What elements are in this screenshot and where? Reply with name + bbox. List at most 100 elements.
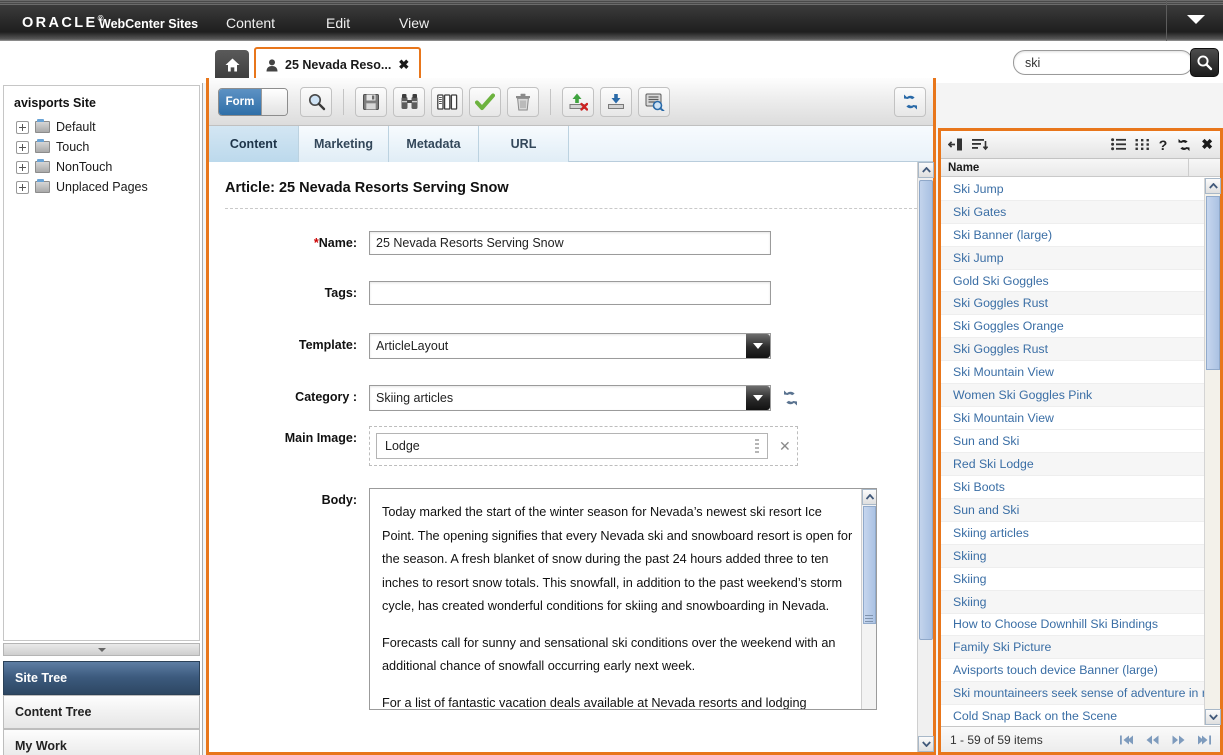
tags-input[interactable] (369, 281, 771, 305)
list-item[interactable]: Skiing (941, 590, 1220, 614)
form-scroll-down-button[interactable] (918, 736, 934, 752)
preview-button[interactable] (300, 86, 332, 117)
list-item[interactable]: Gold Ski Goggles (941, 270, 1220, 293)
close-icon[interactable]: ✖ (398, 57, 409, 73)
remove-main-image-button[interactable]: ✕ (779, 438, 791, 455)
grid-view-icon[interactable] (1135, 138, 1150, 151)
expand-icon[interactable] (16, 180, 29, 194)
help-icon[interactable]: ? (1159, 137, 1168, 153)
search-box[interactable]: × (1013, 50, 1214, 75)
inspect-button[interactable] (393, 86, 425, 117)
folder-icon (35, 179, 50, 193)
drag-handle-icon[interactable] (755, 439, 759, 453)
home-button[interactable] (215, 50, 249, 80)
sidebar-item-content-tree[interactable]: Content Tree (3, 695, 200, 729)
list-item[interactable]: Sun and Ski (941, 499, 1220, 522)
sort-descending-icon[interactable] (972, 138, 988, 151)
first-page-button[interactable] (1120, 735, 1133, 745)
device-preview-button[interactable] (431, 86, 463, 117)
show-log-button[interactable] (638, 86, 670, 117)
list-item[interactable]: Ski Jump (941, 178, 1220, 201)
list-item[interactable]: Skiing articles (941, 522, 1220, 545)
list-item[interactable]: Cold Snap Back on the Scene (941, 705, 1220, 725)
list-view-icon[interactable] (1110, 138, 1126, 151)
list-item[interactable]: Ski Mountain View (941, 361, 1220, 385)
chevron-down-icon[interactable] (746, 334, 770, 358)
search-button[interactable] (1190, 48, 1219, 77)
list-item[interactable]: Skiing (941, 568, 1220, 591)
list-item[interactable]: Ski Jump (941, 246, 1220, 270)
list-item[interactable]: Ski Mountain View (941, 407, 1220, 430)
list-item[interactable]: Skiing (941, 544, 1220, 568)
list-item[interactable]: Ski Goggles Orange (941, 315, 1220, 339)
last-page-button[interactable] (1198, 735, 1211, 745)
category-refresh-button[interactable] (781, 389, 800, 412)
body-scrollbar[interactable] (861, 489, 876, 709)
list-item-label: Gold Ski Goggles (953, 273, 1049, 288)
close-icon[interactable]: ✖ (1201, 136, 1213, 153)
body-scroll-up-button[interactable] (862, 489, 876, 505)
menu-view[interactable]: View (399, 15, 429, 31)
list-item[interactable]: Ski Gates (941, 200, 1220, 224)
results-scroll-thumb[interactable] (1206, 196, 1220, 370)
tab-content[interactable]: Content (209, 126, 299, 162)
body-text-content: Today marked the start of the winter sea… (370, 489, 876, 709)
list-item[interactable]: Family Ski Picture (941, 636, 1220, 660)
list-item[interactable]: Red Ski Lodge (941, 453, 1220, 477)
tree-node-default[interactable]: Default (4, 117, 199, 137)
tree-node-touch[interactable]: Touch (4, 137, 199, 157)
product-title: WebCenter Sites (99, 17, 199, 31)
search-input[interactable] (1025, 55, 1186, 70)
list-item[interactable]: Ski Boots (941, 476, 1220, 500)
list-item[interactable]: Ski Goggles Rust (941, 338, 1220, 362)
list-item[interactable]: Avisports touch device Banner (large) (941, 659, 1220, 683)
results-scroll-down-button[interactable] (1205, 709, 1221, 725)
sidebar-collapse-handle[interactable] (3, 643, 200, 656)
refresh-icon[interactable] (1176, 138, 1192, 152)
expand-icon[interactable] (16, 140, 29, 154)
list-item[interactable]: Ski Banner (large) (941, 224, 1220, 247)
template-select[interactable]: ArticleLayout (369, 333, 771, 359)
form-mode-toggle[interactable]: Form (218, 87, 288, 116)
main-image-dropzone[interactable]: Lodge ✕ (369, 426, 798, 466)
expand-icon[interactable] (16, 160, 29, 174)
save-button[interactable] (355, 86, 387, 117)
name-input[interactable] (369, 231, 771, 255)
body-textarea[interactable]: Today marked the start of the winter sea… (369, 488, 877, 710)
caret-down-icon[interactable] (1187, 15, 1205, 24)
list-item[interactable]: Ski Goggles Rust (941, 292, 1220, 316)
menu-content[interactable]: Content (226, 15, 275, 31)
next-page-button[interactable] (1172, 735, 1185, 745)
tab-metadata[interactable]: Metadata (389, 126, 479, 162)
form-scroll-thumb[interactable] (919, 180, 933, 640)
list-item[interactable]: Ski mountaineers seek sense of adventure… (941, 682, 1220, 706)
document-tab[interactable]: 25 Nevada Reso... ✖ (254, 47, 422, 81)
tree-node-nontouch[interactable]: NonTouch (4, 157, 199, 177)
checkin-button[interactable] (600, 86, 632, 117)
approve-button[interactable] (469, 86, 501, 117)
delete-button[interactable] (507, 86, 539, 117)
refresh-button[interactable] (894, 87, 926, 117)
list-item[interactable]: Sun and Ski (941, 430, 1220, 454)
category-select[interactable]: Skiing articles (369, 385, 771, 411)
tab-url[interactable]: URL (479, 126, 569, 162)
results-scrollbar[interactable] (1204, 178, 1221, 725)
menu-edit[interactable]: Edit (326, 15, 350, 31)
chevron-down-icon[interactable] (746, 386, 770, 410)
main-image-value[interactable]: Lodge (376, 433, 768, 459)
form-scrollbar[interactable] (917, 162, 934, 752)
expand-icon[interactable] (16, 120, 29, 134)
tree-node-unplaced-pages[interactable]: Unplaced Pages (4, 177, 199, 197)
sidebar-item-site-tree[interactable]: Site Tree (3, 661, 200, 695)
undo-checkout-button[interactable] (562, 86, 594, 117)
dock-left-icon[interactable] (948, 138, 963, 151)
header-divider (1166, 0, 1167, 41)
list-item[interactable]: Women Ski Goggles Pink (941, 384, 1220, 407)
tab-marketing[interactable]: Marketing (299, 126, 389, 162)
form-scroll-up-button[interactable] (918, 162, 934, 178)
list-item[interactable]: How to Choose Downhill Ski Bindings (941, 614, 1220, 637)
results-scroll-up-button[interactable] (1205, 178, 1221, 194)
prev-page-button[interactable] (1146, 735, 1159, 745)
body-scroll-thumb[interactable] (863, 506, 876, 624)
sidebar-item-my-work[interactable]: My Work (3, 729, 200, 755)
